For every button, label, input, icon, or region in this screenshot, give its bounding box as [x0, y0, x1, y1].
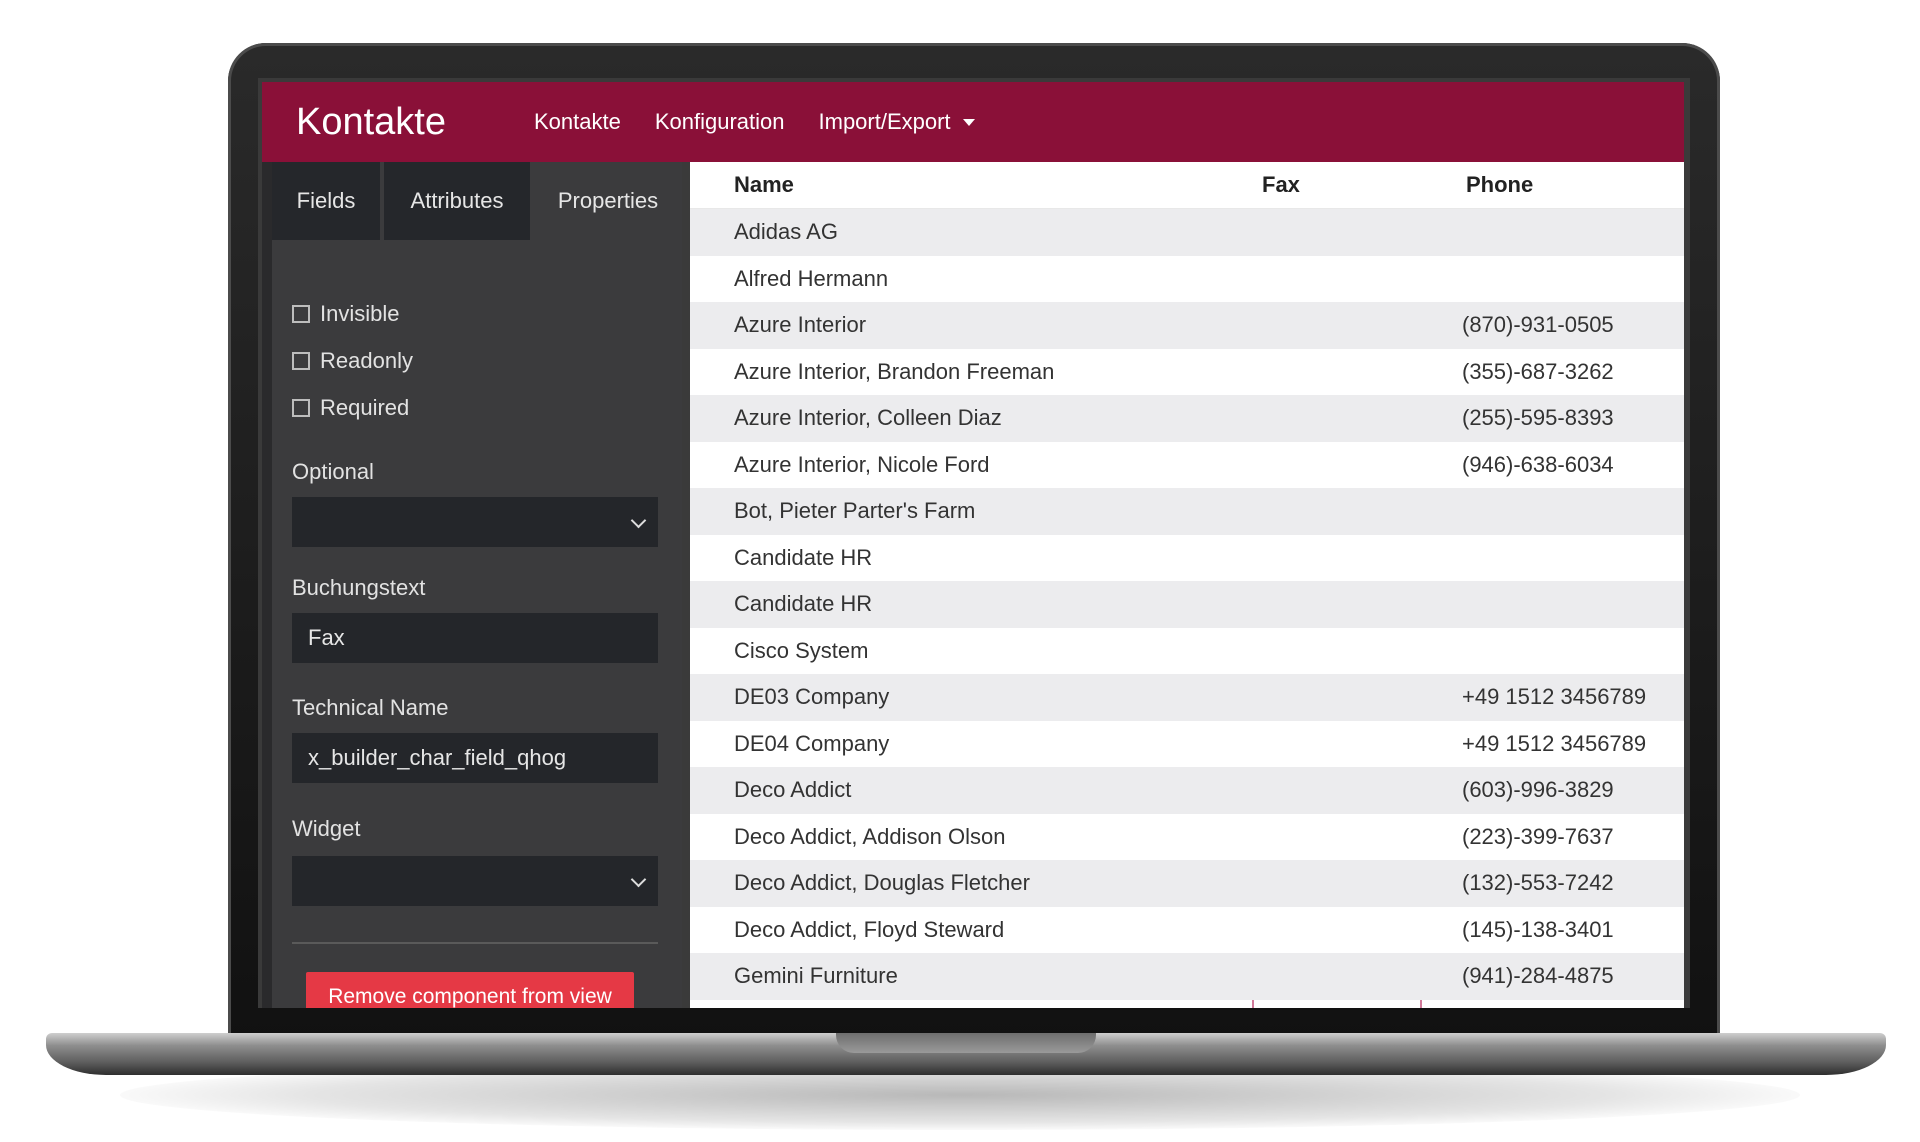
cell-name: Deco Addict	[734, 777, 852, 803]
buchungstext-label: Buchungstext	[292, 575, 426, 600]
table-row[interactable]: Gemini Furniture (941)-284-4875	[690, 953, 1684, 1000]
nav-kontakte-label: Kontakte	[534, 109, 621, 134]
cell-phone: +49 1512 3456789	[1462, 684, 1647, 710]
cell-name: Cisco System	[734, 637, 869, 663]
laptop-screen: Kontakte Kontakte Konfiguration Import/E…	[258, 78, 1690, 1008]
table-row[interactable]: Alfred Hermann	[690, 255, 1684, 302]
column-header-phone[interactable]: Phone	[1466, 172, 1533, 198]
column-header-fax[interactable]: Fax	[1262, 172, 1300, 198]
nav-import-export-dropdown[interactable]: Import/Export	[819, 109, 975, 135]
cell-name: Alfred Hermann	[734, 265, 889, 291]
laptop-notch	[836, 1033, 1096, 1053]
table-row[interactable]: Azure Interior, Colleen Diaz (255)-595-83…	[690, 395, 1684, 442]
cell-name: Azure Interior, Nicole Ford	[734, 451, 990, 477]
properties-sidebar: Fields Attributes Properties Invisible R…	[262, 162, 682, 1008]
cell-phone: (255)-595-8393	[1462, 405, 1614, 431]
cell-name: Bot, Pieter Parter's Farm	[734, 498, 976, 524]
chevron-down-icon	[630, 512, 647, 529]
table-row[interactable]: Deco Addict, Addison Olson (223)-399-7637	[690, 813, 1684, 860]
cell-phone: (223)-399-7637	[1462, 823, 1614, 849]
cell-name: Candidate HR	[734, 591, 873, 617]
tab-attributes[interactable]: Attributes	[384, 162, 530, 240]
cell-phone: (355)-687-3262	[1462, 358, 1614, 384]
buchungstext-input[interactable]: Fax	[292, 613, 658, 663]
buchungstext-value: Fax	[308, 625, 345, 650]
cell-phone: +49 1512 3456789	[1462, 730, 1647, 756]
cell-name: DE04 Company	[734, 730, 890, 756]
optional-select[interactable]	[292, 497, 658, 547]
tab-properties[interactable]: Properties	[534, 162, 682, 240]
readonly-checkbox-row[interactable]: Readonly	[292, 348, 413, 374]
table-row[interactable]: Candidate HR	[690, 534, 1684, 581]
caret-down-icon	[962, 118, 975, 126]
technical-name-value: x_builder_char_field_qhog	[308, 745, 567, 770]
readonly-label: Readonly	[320, 348, 413, 373]
cell-name: Azure Interior, Brandon Freeman	[734, 358, 1055, 384]
table-row[interactable]: Candidate HR	[690, 581, 1684, 628]
nav-konfiguration[interactable]: Konfiguration	[655, 109, 785, 135]
table-row[interactable]: Deco Addict, Floyd Steward (145)-138-3401	[690, 906, 1684, 953]
column-header-name[interactable]: Name	[734, 172, 794, 198]
table-row[interactable]: Adidas AG	[690, 209, 1684, 256]
top-navbar: Kontakte Kontakte Konfiguration Import/E…	[262, 82, 1684, 162]
table-header: Name Fax Phone	[690, 162, 1684, 209]
invisible-checkbox[interactable]	[292, 305, 310, 323]
technical-name-label: Technical Name	[292, 695, 449, 720]
cell-name: DE03 Company	[734, 684, 890, 710]
table-row[interactable]: Bot, Pieter Parter's Farm	[690, 488, 1684, 535]
table-row[interactable]: Azure Interior, Nicole Ford (946)-638-603…	[690, 441, 1684, 488]
widget-label: Widget	[292, 816, 361, 841]
main-nav: Kontakte Konfiguration Import/Export	[534, 109, 1009, 135]
table-row[interactable]: DE04 Company +49 1512 3456789	[690, 720, 1684, 767]
widget-select[interactable]	[292, 856, 658, 906]
cell-name: Deco Addict, Douglas Fletcher	[734, 870, 1030, 896]
cell-name: Deco Addict, Floyd Steward	[734, 916, 1005, 942]
readonly-checkbox[interactable]	[292, 352, 310, 370]
cell-phone: (941)-284-4875	[1462, 963, 1614, 989]
cell-phone: (946)-638-6034	[1462, 451, 1614, 477]
remove-component-button[interactable]: Remove component from view	[306, 972, 634, 1008]
cell-name: Gemini Furniture	[734, 963, 898, 989]
table-row[interactable]: Azure Interior, Brandon Freeman (355)-687…	[690, 348, 1684, 395]
nav-konfiguration-label: Konfiguration	[654, 109, 785, 134]
cell-name: Candidate HR	[734, 544, 873, 570]
cell-phone: (145)-138-3401	[1462, 916, 1614, 942]
invisible-label: Invisible	[320, 301, 400, 326]
optional-label: Optional	[292, 459, 374, 484]
nav-import-export-label: Import/Export	[818, 109, 951, 134]
table-row[interactable]: Deco Addict, Douglas Fletcher (132)-553-7…	[690, 860, 1684, 907]
cell-name: Deco Addict, Addison Olson	[734, 823, 1006, 849]
table-row[interactable]: Cisco System	[690, 627, 1684, 674]
technical-name-input[interactable]: x_builder_char_field_qhog	[292, 733, 658, 783]
invisible-checkbox-row[interactable]: Invisible	[292, 301, 399, 327]
cell-name: Adidas AG	[734, 219, 838, 245]
cell-phone: (603)-996-3829	[1462, 777, 1614, 803]
cell-phone: (870)-931-0505	[1462, 312, 1614, 338]
table-body: Adidas AG Alfred Hermann Azure Interior (87…	[690, 209, 1684, 1000]
required-label: Required	[320, 395, 410, 420]
table-row[interactable]: DE03 Company +49 1512 3456789	[690, 674, 1684, 721]
table-row[interactable]: Deco Addict (603)-996-3829	[690, 767, 1684, 814]
sidebar-tabs: Fields Attributes Properties	[272, 162, 682, 240]
required-checkbox-row[interactable]: Required	[292, 395, 409, 421]
cell-name: Azure Interior	[734, 312, 867, 338]
contacts-table: Name Fax Phone Adidas AG Alfred Hermann Az…	[690, 162, 1684, 1008]
cell-phone: (132)-553-7242	[1462, 870, 1614, 896]
sidebar-divider	[292, 942, 658, 944]
table-row[interactable]: Azure Interior (870)-931-0505	[690, 302, 1684, 349]
app-brand[interactable]: Kontakte	[296, 101, 534, 144]
chevron-down-icon	[630, 871, 647, 888]
required-checkbox[interactable]	[292, 399, 310, 417]
tab-fields[interactable]: Fields	[272, 162, 380, 240]
nav-kontakte[interactable]: Kontakte	[534, 109, 621, 135]
cell-name: Azure Interior, Colleen Diaz	[734, 405, 1002, 431]
